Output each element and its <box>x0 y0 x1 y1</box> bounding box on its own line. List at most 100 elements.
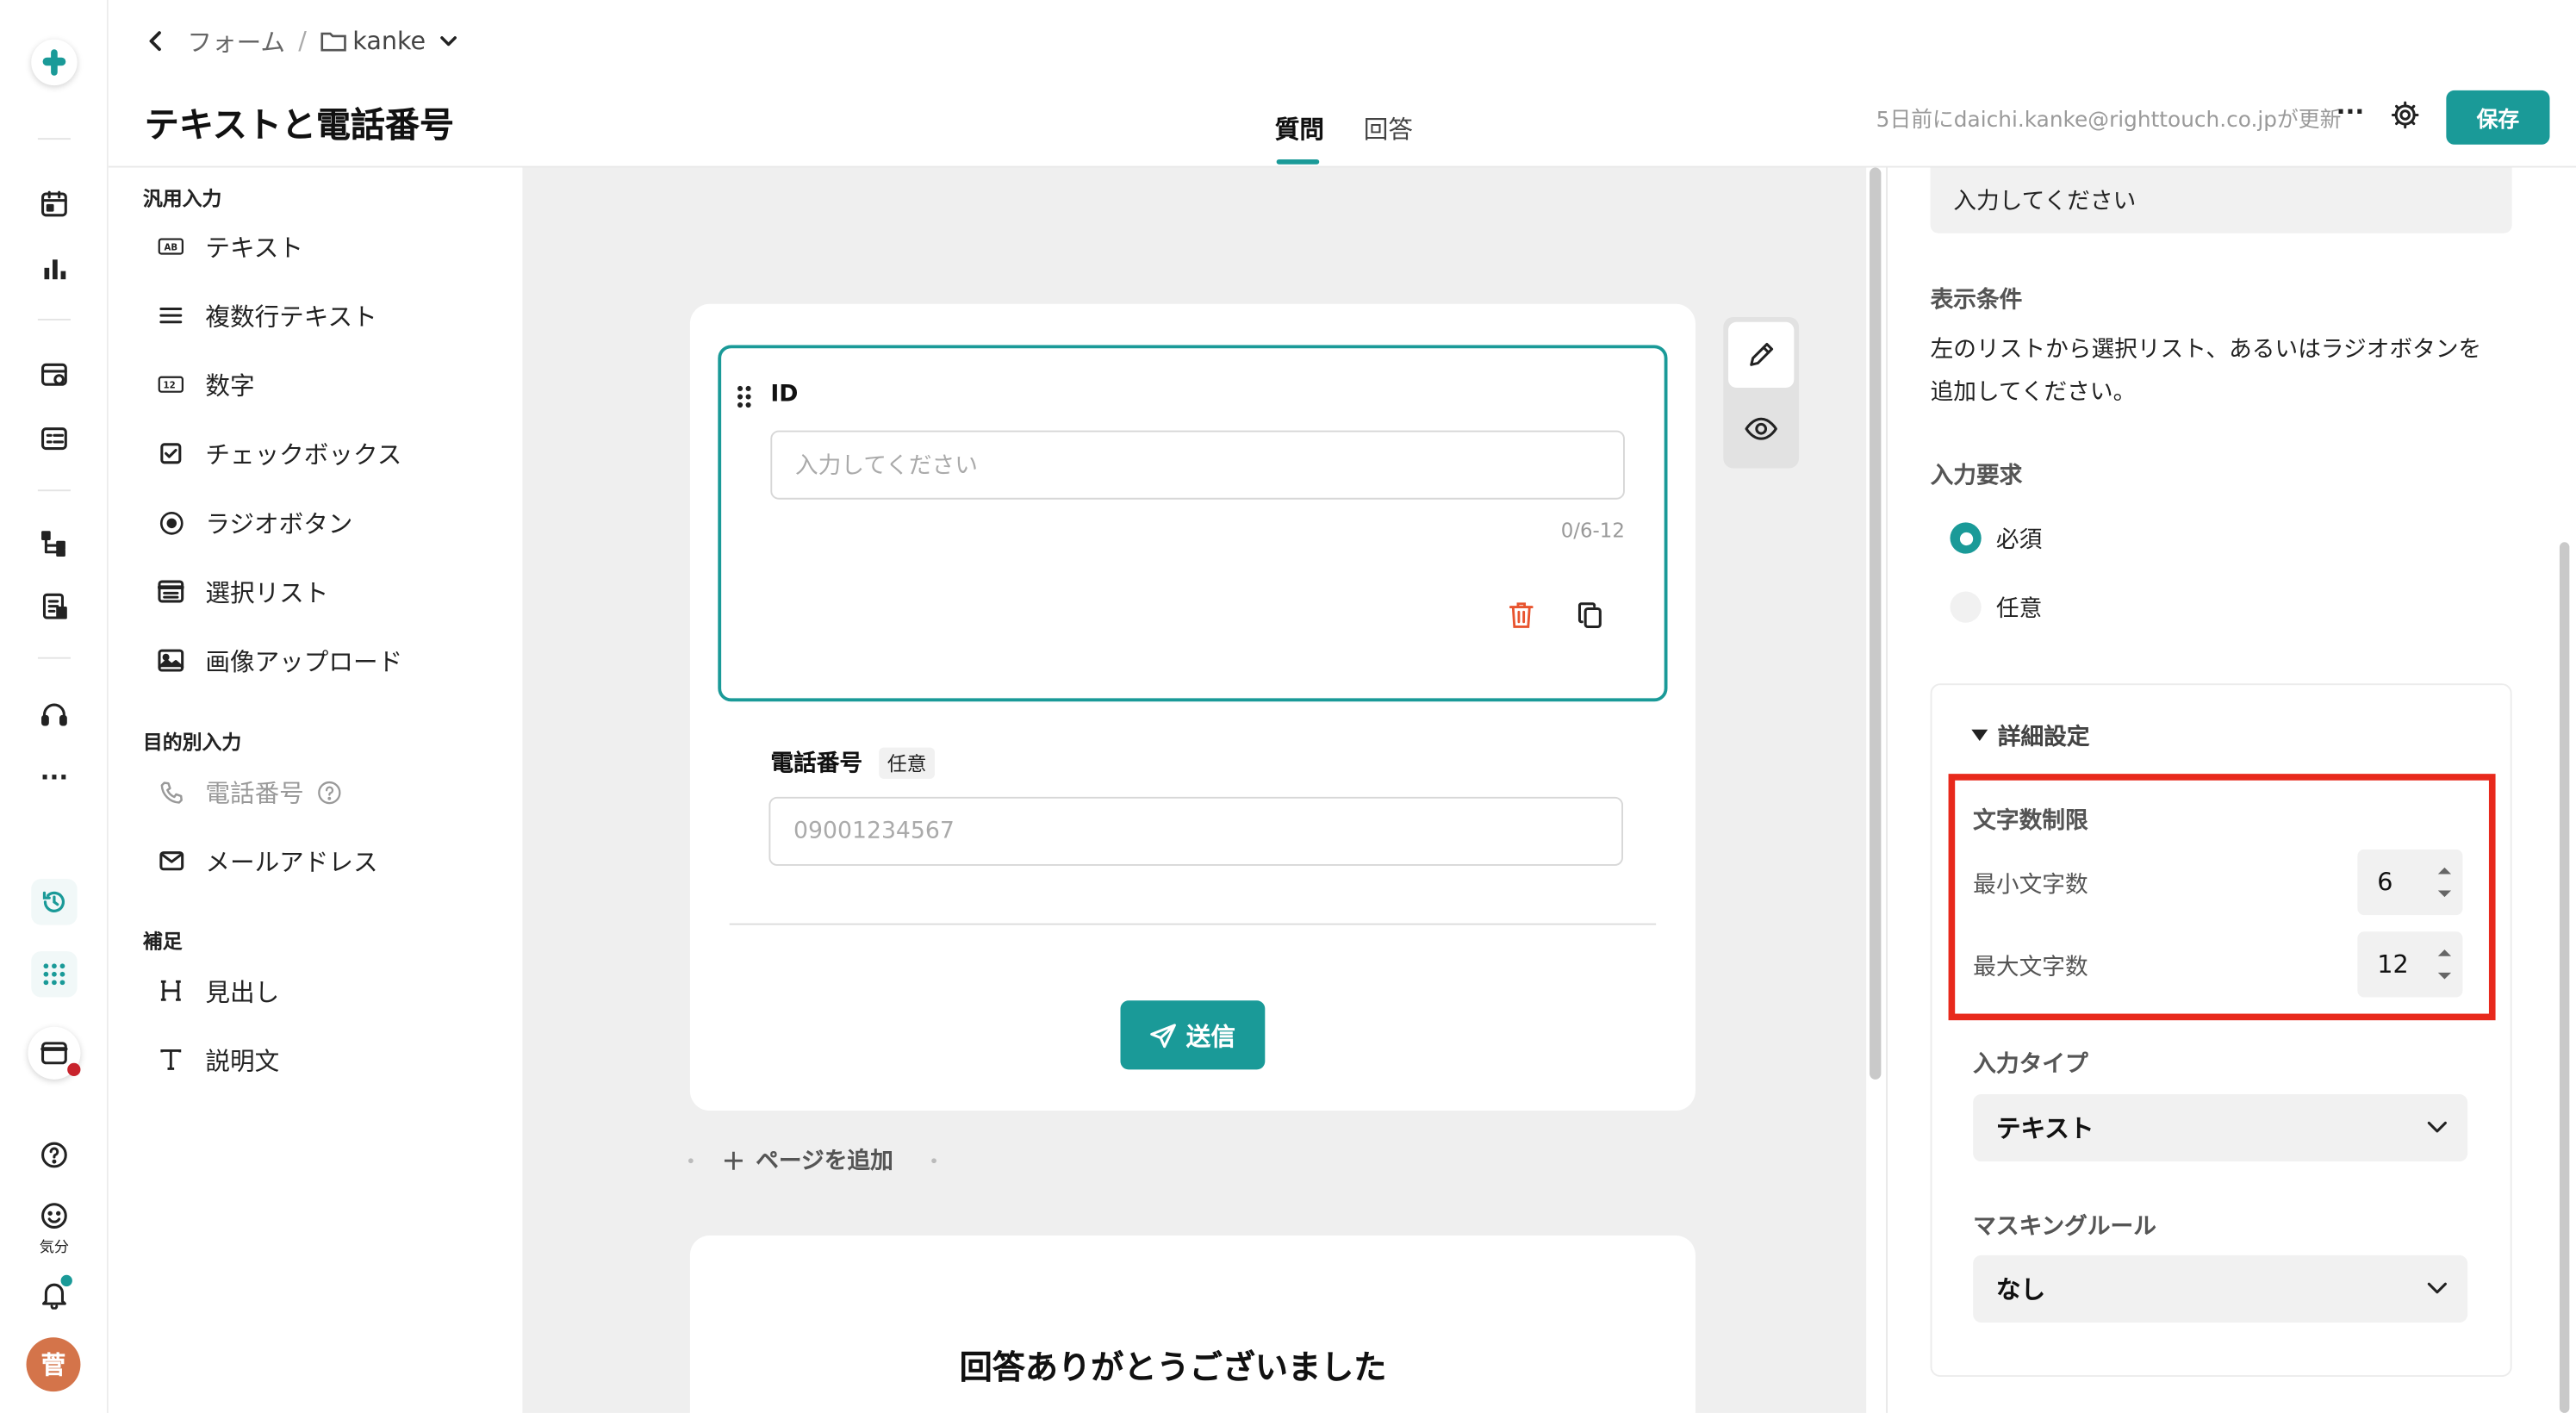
palette-item-description[interactable]: 説明文 <box>158 1040 279 1080</box>
more-icon[interactable]: ··· <box>33 756 76 799</box>
display-condition-text: 追加してください。 <box>1930 379 2137 407</box>
palette-item-label: 選択リスト <box>205 577 329 607</box>
canvas-scrollbar[interactable] <box>1870 167 1882 1080</box>
tab-questions[interactable]: 質問 <box>1275 112 1324 146</box>
mood-label: 気分 <box>39 1240 70 1257</box>
palette-item-label: 電話番号 <box>205 777 304 808</box>
avatar[interactable]: 菅 <box>26 1337 81 1392</box>
checkbox-icon <box>158 440 184 467</box>
edit-button[interactable] <box>1728 321 1795 389</box>
palette-item-label: ラジオボタン <box>205 508 353 538</box>
selected-field-id[interactable]: ID 入力してください 0/6-12 <box>718 345 1668 702</box>
palette-item-multiline[interactable]: 複数行テキスト <box>158 296 377 335</box>
min-chars-input[interactable]: 6 <box>2357 849 2463 916</box>
plus-icon <box>723 1149 744 1171</box>
caret-down-icon <box>1971 729 1988 742</box>
stepper-icon[interactable] <box>2436 862 2453 902</box>
copy-icon[interactable] <box>1577 601 1604 629</box>
palette-item-number[interactable]: 12 数字 <box>158 364 255 404</box>
heading-icon <box>158 978 184 1005</box>
history-icon[interactable] <box>31 879 78 925</box>
calendar-icon[interactable] <box>33 183 76 226</box>
input-type-label: 入力タイプ <box>1973 1051 2088 1078</box>
drag-handle-icon[interactable] <box>736 384 752 409</box>
form-settings-icon[interactable] <box>33 353 76 396</box>
input-type-select[interactable]: テキスト <box>1973 1093 2468 1162</box>
add-page-button[interactable]: ページを追加 <box>723 1143 893 1176</box>
advanced-settings-title: 詳細設定 <box>1997 724 2090 751</box>
palette-item-text[interactable]: AB テキスト <box>158 227 303 266</box>
radio-required[interactable] <box>1950 522 1982 554</box>
tab-answers[interactable]: 回答 <box>1364 112 1413 146</box>
send-button[interactable]: 送信 <box>1120 1000 1266 1070</box>
bell-icon[interactable] <box>33 1273 76 1317</box>
min-chars-value: 6 <box>2377 867 2393 898</box>
palette-item-heading[interactable]: 見出し <box>158 971 279 1011</box>
headset-icon[interactable] <box>33 694 76 737</box>
palette-item-phone[interactable]: 電話番号 <box>158 772 342 812</box>
breadcrumb-separator: / <box>298 26 307 56</box>
preview-button[interactable] <box>1728 396 1794 462</box>
mail-icon <box>158 848 184 875</box>
document-icon[interactable] <box>33 585 76 628</box>
save-button[interactable]: 保存 <box>2446 90 2550 145</box>
properties-panel: 入力してください 表示条件 左のリストから選択リスト、あるいはラジオボタンを 追… <box>1886 167 2576 1413</box>
top-bar: フォーム / kanke テキストと電話番号 質問 回答 5日前にdaichi.… <box>108 0 2576 168</box>
chevron-left-icon[interactable] <box>145 29 168 53</box>
multiline-icon <box>158 302 184 329</box>
min-chars-label: 最小文字数 <box>1973 872 2088 899</box>
chevron-down-icon <box>2427 1121 2447 1133</box>
component-palette: 汎用入力 AB テキスト 複数行テキスト 12 数字 チェックボックス ラジオボ… <box>108 167 523 1413</box>
form-canvas: ID 入力してください 0/6-12 電話番号 任意 09001234567 送… <box>522 167 1867 1413</box>
palette-item-email[interactable]: メールアドレス <box>158 841 378 881</box>
breadcrumb-folder[interactable]: kanke <box>352 27 426 56</box>
masking-select[interactable]: なし <box>1973 1254 2468 1323</box>
flow-icon[interactable] <box>33 522 76 565</box>
id-input[interactable]: 入力してください <box>770 430 1625 500</box>
breadcrumb-forms-link[interactable]: フォーム <box>187 24 285 59</box>
input-type-value: テキスト <box>1995 1113 2094 1144</box>
palette-item-radio[interactable]: ラジオボタン <box>158 503 352 543</box>
chevron-down-icon[interactable] <box>439 31 458 51</box>
apps-grid-icon[interactable] <box>31 951 78 998</box>
advanced-settings: 詳細設定 文字数制限 最小文字数 6 最大文字数 12 入力タイプ テキスト マ… <box>1930 683 2512 1377</box>
send-label: 送信 <box>1185 1021 1235 1051</box>
description-icon <box>158 1047 184 1074</box>
phone-field-header: 電話番号 任意 <box>770 746 936 779</box>
help-circle-icon[interactable] <box>317 780 342 805</box>
palette-item-select-list[interactable]: 選択リスト <box>158 572 328 612</box>
char-limit-title: 文字数制限 <box>1973 808 2088 835</box>
palette-item-image-upload[interactable]: 画像アップロード <box>158 641 402 681</box>
display-condition-label: 表示条件 <box>1930 287 2023 314</box>
help-icon[interactable] <box>33 1134 76 1177</box>
text-field-icon: AB <box>158 233 184 260</box>
window-icon[interactable] <box>28 1027 81 1080</box>
app-logo-icon[interactable] <box>31 40 77 85</box>
phone-icon <box>158 779 184 806</box>
last-updated-text: 5日前にdaichi.kanke@righttouch.co.jpが更新 <box>1876 108 2342 134</box>
panel-scrollbar[interactable] <box>2559 542 2570 1413</box>
max-chars-input[interactable]: 12 <box>2357 931 2463 998</box>
thanks-page-card: 回答ありがとうございました <box>689 1235 1696 1413</box>
palette-item-label: 複数行テキスト <box>205 301 377 332</box>
palette-item-label: 画像アップロード <box>205 646 403 676</box>
phone-input[interactable]: 09001234567 <box>768 796 1624 866</box>
field-label: ID <box>770 381 799 408</box>
mood-icon[interactable] <box>33 1194 76 1237</box>
palette-item-checkbox[interactable]: チェックボックス <box>158 433 401 473</box>
palette-section-general: 汎用入力 <box>142 187 222 211</box>
advanced-settings-toggle[interactable]: 詳細設定 <box>1971 719 2090 752</box>
radio-icon <box>158 509 184 536</box>
active-tab-indicator <box>1276 159 1320 165</box>
radio-optional[interactable] <box>1950 591 1982 623</box>
stepper-icon[interactable] <box>2436 944 2453 984</box>
palette-item-label: 説明文 <box>205 1045 280 1076</box>
placeholder-input[interactable]: 入力してください <box>1930 167 2512 233</box>
palette-item-label: メールアドレス <box>205 847 378 877</box>
form-list-icon[interactable] <box>33 417 76 460</box>
more-options-icon[interactable]: ··· <box>2336 97 2365 127</box>
masking-label: マスキングルール <box>1973 1214 2156 1241</box>
trash-icon[interactable] <box>1509 601 1535 629</box>
gear-icon[interactable] <box>2391 100 2420 129</box>
bar-chart-icon[interactable] <box>33 246 76 289</box>
